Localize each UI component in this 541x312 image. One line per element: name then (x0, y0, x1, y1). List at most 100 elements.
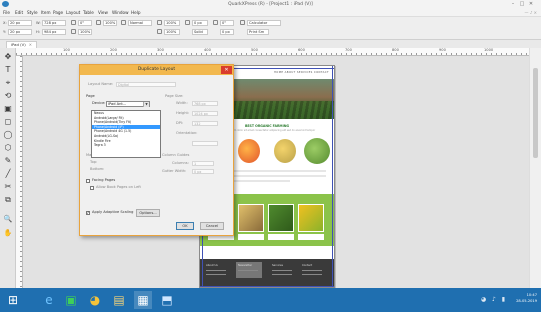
menu-item[interactable]: Item (41, 10, 51, 15)
horizontal-ruler[interactable]: 100 200 300 400 500 600 700 800 900 1000 (16, 48, 529, 56)
menu-style[interactable]: Style (27, 10, 38, 15)
scissors-tool-icon[interactable]: ✂ (3, 182, 13, 192)
vertical-ruler[interactable] (16, 56, 23, 288)
dpi-input[interactable]: 132 (192, 121, 218, 126)
gallery-photo[interactable] (268, 204, 294, 232)
clock-date: 28-05-2019 (516, 299, 537, 303)
menu-page[interactable]: Page (53, 10, 63, 15)
text-content-tool-icon[interactable]: T (3, 65, 13, 75)
maximize-button[interactable]: □ (519, 1, 528, 7)
chrome-icon[interactable]: ◕ (86, 291, 104, 309)
corner-field[interactable]: 0° (220, 20, 234, 26)
scrollbar-thumb[interactable] (533, 68, 538, 158)
photos-icon[interactable]: ⬒ (158, 291, 176, 309)
gallery-photo[interactable] (298, 204, 324, 232)
menu-help[interactable]: Help (131, 10, 141, 15)
facing-pages-checkbox[interactable] (86, 179, 90, 183)
internet-explorer-icon[interactable]: e (40, 291, 58, 309)
device-option[interactable]: Tegra 3 (92, 143, 160, 148)
angle-field[interactable]: 0° (78, 20, 92, 26)
site-footer[interactable]: About Us Newsletter Services Contact (200, 259, 334, 287)
gutter-input[interactable]: 0 px (192, 169, 214, 174)
ruler-number: 700 (345, 48, 352, 52)
width-field[interactable]: 728 px (42, 20, 66, 26)
tab-label: iPad (V) (11, 42, 26, 47)
corner-px-field[interactable]: 0 px (220, 29, 234, 35)
store-icon[interactable]: ▣ (62, 291, 80, 309)
width-input[interactable]: 768 px (192, 101, 218, 106)
font-name-field[interactable]: Calculator (247, 20, 281, 26)
columns-input[interactable]: 1 (192, 161, 214, 166)
orientation-input[interactable] (192, 141, 218, 146)
menu-view[interactable]: View (98, 10, 108, 15)
system-tray-icons[interactable]: ◕ ♪ ▮ (481, 296, 507, 303)
stroke-style-field[interactable]: Solid (192, 29, 208, 35)
adaptive-scaling-checkbox[interactable] (86, 210, 90, 215)
cancel-button[interactable]: Cancel (200, 222, 224, 230)
margin-top-label: Top: (90, 160, 98, 164)
menu-edit[interactable]: Edit (15, 10, 23, 15)
x-field[interactable]: 20 px (8, 20, 32, 26)
pen-tool-icon[interactable]: ✎ (3, 156, 13, 166)
height-field[interactable]: 984 px (42, 29, 66, 35)
options-button[interactable]: Options... (136, 209, 160, 217)
fruit-image[interactable] (238, 139, 260, 163)
clock[interactable]: 10:47 28-05-2019 (516, 292, 537, 304)
menubar-right-controls[interactable]: — ♪ × (525, 10, 537, 15)
height-input[interactable]: 1024 px (192, 111, 218, 116)
allow-pages-checkbox[interactable] (90, 186, 94, 190)
minimize-button[interactable]: – (510, 1, 519, 7)
menu-window[interactable]: Window (112, 10, 129, 15)
lime-image[interactable] (304, 138, 330, 164)
font-icon (240, 20, 245, 25)
rotate-tool-icon[interactable]: ⟲ (3, 91, 13, 101)
adaptive-scaling-label: Apply Adaptive Scaling (92, 210, 134, 214)
vertical-scrollbar[interactable] (529, 48, 541, 288)
frame-color-icon (157, 29, 162, 34)
dialog-title[interactable]: Duplicate Layout (80, 65, 233, 75)
scale-field[interactable]: 100% (78, 29, 92, 35)
y-field[interactable]: 20 px (8, 29, 32, 35)
tint2-field[interactable]: 100% (164, 29, 180, 35)
line-tool-icon[interactable]: ╱ (3, 169, 13, 179)
footer-heading: Services (272, 264, 283, 267)
chevron-down-icon[interactable]: ▼ (143, 102, 149, 107)
close-window-button[interactable]: ✕ (528, 1, 537, 7)
height-label: Height: (176, 111, 190, 115)
picture-box-tool-icon[interactable]: ▣ (3, 104, 13, 114)
picture-content-tool-icon[interactable]: ⌖ (3, 78, 13, 88)
stroke-field[interactable]: 0 px (192, 20, 208, 26)
scale-icon (71, 29, 76, 34)
gallery-photo[interactable] (238, 204, 264, 232)
table-tool-icon[interactable]: ⧉ (3, 195, 13, 205)
blend-mode-select[interactable]: Normal (128, 20, 152, 26)
starburst-tool-icon[interactable]: ⬡ (3, 143, 13, 153)
opacity-field[interactable]: 100% (103, 20, 117, 26)
device-select[interactable]: iPad Ant... ▼ (106, 101, 150, 107)
quarkxpress-taskbar-icon[interactable]: ▦ (134, 291, 152, 309)
file-explorer-icon[interactable]: ▤ (110, 291, 128, 309)
zoom-tool-icon[interactable]: 🔍 (3, 214, 13, 224)
layout-name-input[interactable]: Digital (116, 82, 176, 87)
windows-taskbar: ⊞ e ▣ ◕ ▤ ▦ ⬒ ◕ ♪ ▮ 10:47 28-05-2019 (0, 288, 541, 312)
item-tool-icon[interactable]: ✥ (3, 52, 13, 62)
menu-layout[interactable]: Layout (66, 10, 80, 15)
rectangle-box-tool-icon[interactable]: ◻ (3, 117, 13, 127)
ruler-number: 300 (157, 48, 164, 52)
ok-button[interactable]: OK (176, 222, 194, 230)
dialog-close-button[interactable]: ✕ (221, 66, 232, 74)
site-nav: HOME ABOUT SERVICES CONTACT (273, 71, 329, 74)
grain-image[interactable] (274, 139, 296, 163)
tab-ipad-layout[interactable]: iPad (V) ✕ (6, 41, 37, 48)
menu-file[interactable]: File (3, 10, 10, 15)
blend-mode-icon (121, 20, 126, 25)
tint-field[interactable]: 100% (164, 20, 180, 26)
menu-table[interactable]: Table (83, 10, 94, 15)
pan-tool-icon[interactable]: ✋ (3, 228, 13, 238)
print-size-field[interactable]: Print Sm (247, 29, 269, 35)
menu-bar: File Edit Style Item Page Layout Table V… (0, 9, 541, 17)
start-button[interactable]: ⊞ (4, 291, 22, 309)
tab-close-icon[interactable]: ✕ (29, 42, 32, 47)
fill-color-icon (157, 20, 162, 25)
oval-box-tool-icon[interactable]: ◯ (3, 130, 13, 140)
